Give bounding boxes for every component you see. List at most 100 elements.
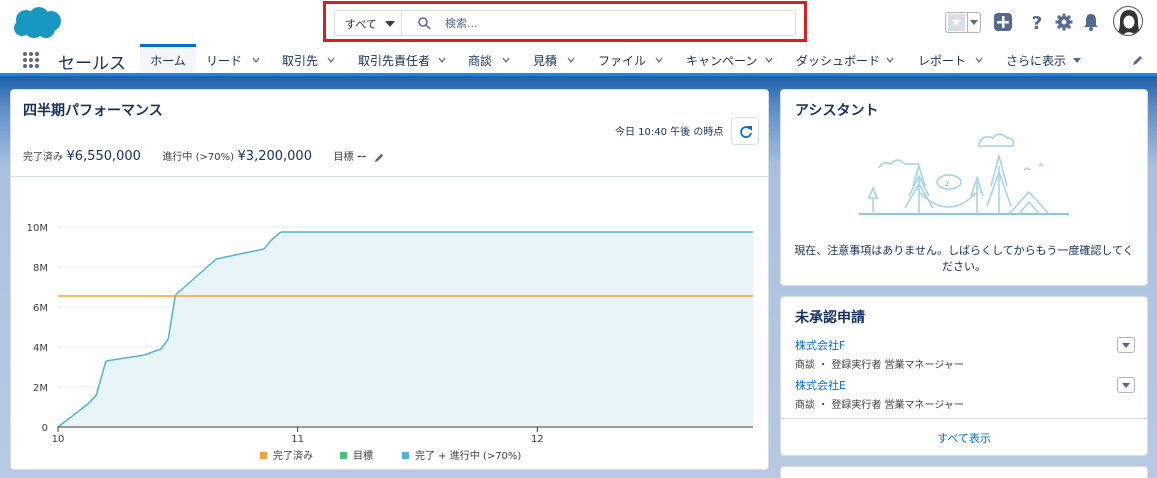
tab-reports[interactable]: レポート — [918, 44, 983, 73]
legend-swatch — [340, 452, 347, 459]
tab-quotes[interactable]: 見積 — [533, 44, 575, 73]
tab-contacts[interactable]: 取引先責任者 — [358, 44, 446, 73]
tab-label: ホーム — [150, 54, 186, 68]
caret-down-icon — [385, 21, 395, 27]
help-icon[interactable]: ? — [1028, 13, 1046, 31]
tab-label: 取引先責任者 — [358, 54, 431, 68]
tab-label: 見積 — [533, 54, 558, 68]
tab-label: 取引先 — [282, 54, 319, 68]
performance-chart: 0 2M 4M 6M 8M 10M 10 11 12 完了済み 目標 完了 + 進行中 (>70%) — [27, 223, 753, 462]
tab-opportunities[interactable]: 商談 — [468, 44, 510, 73]
global-header: すべて ★ ? — [0, 0, 1157, 44]
list-item: 株式会社F 商談 ・ 登録実行者 営業マネージャー — [795, 337, 1135, 371]
row-actions-button[interactable] — [1117, 337, 1135, 353]
approval-record-link[interactable]: 株式会社F — [795, 337, 1135, 353]
caret-down-icon[interactable] — [1073, 56, 1081, 64]
x-tick-label: 11 — [291, 434, 304, 445]
chevron-down-icon[interactable] — [765, 56, 773, 64]
next-card — [780, 466, 1148, 478]
tab-label: さらに表示 — [1006, 54, 1067, 68]
x-tick-label: 12 — [531, 434, 544, 445]
search-scope-label: すべて — [345, 18, 377, 31]
legend-label: 完了 + 進行中 (>70%) — [415, 449, 521, 462]
refresh-button[interactable] — [731, 117, 759, 145]
chevron-down-icon[interactable] — [327, 56, 335, 64]
assistant-card: アシスタント z 現在、注意事項はありません。しばらくしてからもう一度確認してく… — [780, 89, 1148, 286]
divider — [781, 418, 1147, 419]
favorites-dropdown-button[interactable] — [967, 13, 980, 32]
svg-text:?: ? — [1032, 13, 1042, 31]
search-input[interactable] — [445, 14, 775, 32]
y-tick-label: 4M — [33, 343, 48, 354]
x-tick-label: 10 — [52, 434, 65, 445]
tab-campaigns[interactable]: キャンペーン — [686, 44, 773, 73]
app-navigation-bar: セールス ホーム リード 取引先 取引先責任者 商談 見積 ファイル キャンペー… — [0, 44, 1157, 76]
y-tick-label: 8M — [33, 263, 48, 274]
approval-record-link[interactable]: 株式会社E — [795, 377, 1135, 393]
app-name: セールス — [58, 54, 126, 74]
tab-dashboards[interactable]: ダッシュボード — [796, 44, 894, 73]
y-tick-label: 6M — [33, 303, 48, 314]
global-add-icon[interactable] — [994, 13, 1012, 31]
hammock-illustration: z — [859, 133, 1069, 215]
tab-leads[interactable]: リード — [206, 44, 260, 73]
tab-accounts[interactable]: 取引先 — [282, 44, 335, 73]
pending-approvals-card: 未承認申請 株式会社F 商談 ・ 登録実行者 営業マネージャー 株式会社E 商談… — [780, 296, 1148, 456]
tab-label: ファイル — [598, 54, 647, 68]
search-icon — [418, 17, 431, 30]
chevron-down-icon[interactable] — [252, 56, 260, 64]
quarterly-performance-card: 四半期パフォーマンス 今日 10:40 午後 の時点 完了済み ¥6,550,0… — [10, 89, 769, 470]
caret-down-icon — [1122, 383, 1130, 388]
edit-nav-pencil-icon[interactable] — [1132, 54, 1144, 66]
setup-gear-icon[interactable] — [1055, 13, 1073, 31]
legend-swatch — [260, 452, 267, 459]
goal-value: -- — [356, 149, 367, 164]
legend-swatch — [402, 452, 409, 459]
divider — [11, 176, 768, 177]
list-item: 株式会社E 商談 ・ 登録実行者 営業マネージャー — [795, 377, 1135, 411]
chevron-down-icon[interactable] — [655, 56, 663, 64]
open-label: 進行中 (>70%) — [162, 152, 235, 163]
card-title: 未承認申請 — [795, 310, 865, 326]
view-all-link[interactable]: すべて表示 — [781, 430, 1147, 446]
as-of-timestamp: 今日 10:40 午後 の時点 — [615, 127, 724, 138]
svg-text:z: z — [945, 179, 949, 188]
closed-label: 完了済み — [23, 152, 63, 163]
chart-area-layer — [58, 232, 753, 427]
search-scope-dropdown[interactable]: すべて — [334, 10, 402, 36]
tab-label: レポート — [918, 54, 967, 68]
tab-home[interactable]: ホーム — [140, 44, 196, 73]
favorites-control[interactable]: ★ — [945, 12, 981, 33]
row-actions-button[interactable] — [1117, 377, 1135, 393]
chevron-down-icon[interactable] — [438, 56, 446, 64]
chevron-down-icon[interactable] — [502, 56, 510, 64]
y-tick-label: 10M — [27, 223, 48, 234]
tab-files[interactable]: ファイル — [598, 44, 663, 73]
approval-detail: 商談 ・ 登録実行者 営業マネージャー — [795, 360, 964, 371]
tab-label: ダッシュボード — [796, 54, 881, 68]
tab-label: リード — [206, 54, 243, 68]
performance-stats: 完了済み ¥6,550,000 進行中 (>70%) ¥3,200,000 目標… — [23, 148, 385, 164]
favorites-star-icon[interactable]: ★ — [948, 14, 965, 31]
y-tick-label: 2M — [33, 383, 48, 394]
closed-value: ¥6,550,000 — [66, 149, 141, 164]
chevron-down-icon[interactable] — [886, 56, 894, 64]
search-highlight-frame: すべて — [323, 1, 807, 42]
user-avatar[interactable] — [1113, 6, 1143, 36]
notifications-bell-icon[interactable] — [1082, 13, 1100, 31]
chevron-down-icon[interactable] — [567, 56, 575, 64]
legend-label: 完了済み — [273, 449, 313, 462]
goal-label: 目標 — [333, 152, 354, 163]
card-title: 四半期パフォーマンス — [23, 103, 163, 119]
open-value: ¥3,200,000 — [237, 149, 312, 164]
tab-more[interactable]: さらに表示 — [1006, 44, 1081, 73]
approval-detail: 商談 ・ 登録実行者 営業マネージャー — [795, 400, 964, 411]
app-launcher-icon[interactable] — [22, 51, 40, 69]
salesforce-logo[interactable] — [12, 6, 64, 40]
card-title: アシスタント — [795, 103, 879, 119]
chevron-down-icon[interactable] — [975, 56, 983, 64]
refresh-icon — [740, 126, 752, 138]
edit-goal-pencil-icon[interactable] — [374, 152, 385, 163]
search-box[interactable] — [402, 10, 796, 36]
y-tick-label: 0 — [42, 423, 48, 434]
